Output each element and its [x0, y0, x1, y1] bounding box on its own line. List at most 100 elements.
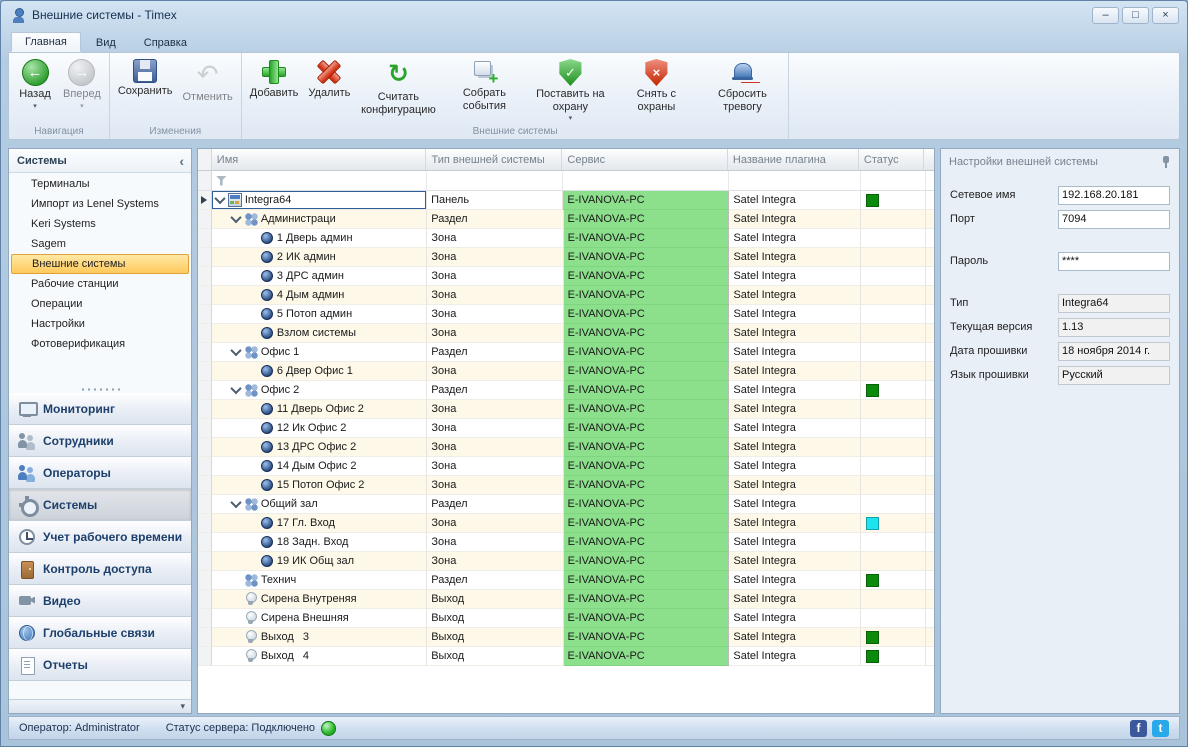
- table-row[interactable]: 5 Потоп админЗонаE-IVANOVA-PCSatel Integ…: [198, 305, 934, 324]
- firmware-language-field[interactable]: [1058, 366, 1170, 385]
- sidebar-item[interactable]: Keri Systems: [9, 214, 191, 234]
- arm-button[interactable]: Поставить на охрану▾: [527, 55, 613, 125]
- table-row[interactable]: Выход 4ВыходE-IVANOVA-PCSatel Integra: [198, 647, 934, 666]
- forward-button[interactable]: Вперед▾: [58, 55, 106, 125]
- table-row[interactable]: Взлом системыЗонаE-IVANOVA-PCSatel Integ…: [198, 324, 934, 343]
- twitter-icon[interactable]: t: [1152, 720, 1169, 737]
- sidebar-item[interactable]: Фотоверификация: [9, 334, 191, 354]
- firmware-date-field[interactable]: [1058, 342, 1170, 361]
- collapse-chevron-icon[interactable]: [230, 215, 243, 223]
- zone-icon: [261, 308, 273, 320]
- table-row[interactable]: 3 ДРС админЗонаE-IVANOVA-PCSatel Integra: [198, 267, 934, 286]
- collapse-sidebar-icon[interactable]: ‹: [179, 154, 184, 168]
- window-minimize-button[interactable]: –: [1092, 7, 1119, 24]
- password-field[interactable]: [1058, 252, 1170, 271]
- sidebar-item[interactable]: Настройки: [9, 314, 191, 334]
- back-button[interactable]: Назад▾: [12, 55, 58, 125]
- sidebar-item[interactable]: Sagem: [9, 234, 191, 254]
- filter-cell[interactable]: [861, 171, 926, 190]
- collapse-chevron-icon[interactable]: [230, 386, 243, 394]
- read-config-button[interactable]: Считать конфигурацию: [355, 55, 441, 125]
- window-close-button[interactable]: ×: [1152, 7, 1179, 24]
- filter-cell[interactable]: [427, 171, 563, 190]
- filter-cell[interactable]: [212, 171, 427, 190]
- nav-button-monitor[interactable]: Мониторинг: [9, 393, 191, 425]
- table-row[interactable]: 2 ИК админЗонаE-IVANOVA-PCSatel Integra: [198, 248, 934, 267]
- table-row[interactable]: Общий залРазделE-IVANOVA-PCSatel Integra: [198, 495, 934, 514]
- table-row[interactable]: 19 ИК Общ залЗонаE-IVANOVA-PCSatel Integ…: [198, 552, 934, 571]
- nav-button-globe[interactable]: Глобальные связи: [9, 617, 191, 649]
- filter-cell[interactable]: [729, 171, 860, 190]
- collapse-chevron-icon[interactable]: [214, 196, 227, 204]
- table-row[interactable]: 4 Дым админЗонаE-IVANOVA-PCSatel Integra: [198, 286, 934, 305]
- row-name: Выход 3: [261, 631, 309, 643]
- table-row[interactable]: АдминистрациРазделE-IVANOVA-PCSatel Inte…: [198, 210, 934, 229]
- column-header[interactable]: Название плагина: [728, 149, 859, 170]
- titlebar[interactable]: Внешние системы - Timex –□×: [1, 1, 1187, 29]
- table-row[interactable]: 1 Дверь админЗонаE-IVANOVA-PCSatel Integ…: [198, 229, 934, 248]
- collapse-chevron-icon[interactable]: [230, 348, 243, 356]
- facebook-icon[interactable]: f: [1130, 720, 1147, 737]
- disarm-button[interactable]: Снять с охраны: [613, 55, 699, 125]
- collapse-chevron-icon[interactable]: [230, 500, 243, 508]
- settings-panel-title: Настройки внешней системы: [949, 156, 1098, 168]
- reset-alarm-button[interactable]: Сбросить тревогу: [699, 55, 785, 125]
- sidebar-item[interactable]: Рабочие станции: [9, 274, 191, 294]
- table-row[interactable]: 15 Потоп Офис 2ЗонаE-IVANOVA-PCSatel Int…: [198, 476, 934, 495]
- nav-button-people[interactable]: Сотрудники: [9, 425, 191, 457]
- ribbon-tab-home[interactable]: Главная: [11, 32, 81, 52]
- nav-button-report[interactable]: Отчеты: [9, 649, 191, 681]
- nav-button-operators[interactable]: Операторы: [9, 457, 191, 489]
- table-row[interactable]: Сирена ВнешняяВыходE-IVANOVA-PCSatel Int…: [198, 609, 934, 628]
- port-field[interactable]: [1058, 210, 1170, 229]
- table-row[interactable]: 11 Дверь Офис 2ЗонаE-IVANOVA-PCSatel Int…: [198, 400, 934, 419]
- column-header[interactable]: Имя: [212, 149, 427, 170]
- row-indicator-cell: [198, 324, 212, 343]
- save-button[interactable]: Сохранить: [113, 55, 178, 125]
- table-row[interactable]: Офис 1РазделE-IVANOVA-PCSatel Integra: [198, 343, 934, 362]
- ribbon-tab-view[interactable]: Вид: [83, 34, 129, 52]
- sidebar-item[interactable]: Терминалы: [9, 174, 191, 194]
- table-row[interactable]: 14 Дым Офис 2ЗонаE-IVANOVA-PCSatel Integ…: [198, 457, 934, 476]
- table-row[interactable]: 6 Двер Офис 1ЗонаE-IVANOVA-PCSatel Integ…: [198, 362, 934, 381]
- nav-button-door[interactable]: Контроль доступа: [9, 553, 191, 585]
- row-indicator-cell: [198, 609, 212, 628]
- window-maximize-button[interactable]: □: [1122, 7, 1149, 24]
- splitter-grip[interactable]: [9, 385, 191, 393]
- pin-icon[interactable]: [1160, 156, 1172, 169]
- table-row[interactable]: Выход 3ВыходE-IVANOVA-PCSatel Integra: [198, 628, 934, 647]
- service-cell: E-IVANOVA-PC: [563, 191, 729, 210]
- row-filler: [926, 514, 934, 533]
- add-button[interactable]: Добавить: [245, 55, 304, 125]
- table-row[interactable]: 17 Гл. ВходЗонаE-IVANOVA-PCSatel Integra: [198, 514, 934, 533]
- header-indicator-cell: [198, 149, 212, 170]
- type-cell: Раздел: [427, 210, 563, 229]
- table-row[interactable]: ТехничРазделE-IVANOVA-PCSatel Integra: [198, 571, 934, 590]
- column-header[interactable]: Тип внешней системы: [426, 149, 562, 170]
- delete-button[interactable]: Удалить: [303, 55, 355, 125]
- name-cell: 2 ИК админ: [212, 248, 428, 267]
- table-row[interactable]: 13 ДРС Офис 2ЗонаE-IVANOVA-PCSatel Integ…: [198, 438, 934, 457]
- table-row[interactable]: Integra64ПанельE-IVANOVA-PCSatel Integra: [198, 191, 934, 210]
- column-header[interactable]: Сервис: [562, 149, 727, 170]
- table-row[interactable]: Офис 2РазделE-IVANOVA-PCSatel Integra: [198, 381, 934, 400]
- network-name-field[interactable]: [1058, 186, 1170, 205]
- sidebar-item[interactable]: Операции: [9, 294, 191, 314]
- table-row[interactable]: 18 Задн. ВходЗонаE-IVANOVA-PCSatel Integ…: [198, 533, 934, 552]
- column-header[interactable]: Статус: [859, 149, 924, 170]
- nav-button-clock[interactable]: Учет рабочего времени: [9, 521, 191, 553]
- ribbon-tab-help[interactable]: Справка: [131, 34, 200, 52]
- filter-cell[interactable]: [563, 171, 729, 190]
- table-row[interactable]: Сирена ВнутреняяВыходE-IVANOVA-PCSatel I…: [198, 590, 934, 609]
- current-version-field[interactable]: [1058, 318, 1170, 337]
- sidebar-item[interactable]: Импорт из Lenel Systems: [9, 194, 191, 214]
- undo-button[interactable]: Отменить: [178, 55, 238, 125]
- nav-button-gear[interactable]: Системы: [9, 489, 191, 521]
- overflow-chevron-icon[interactable]: ▾: [180, 702, 185, 711]
- type-field[interactable]: [1058, 294, 1170, 313]
- row-filler: [926, 495, 934, 514]
- table-row[interactable]: 12 Ик Офис 2ЗонаE-IVANOVA-PCSatel Integr…: [198, 419, 934, 438]
- sidebar-item[interactable]: Внешние системы: [11, 254, 189, 274]
- collect-events-button[interactable]: Собрать события: [441, 55, 527, 125]
- nav-button-camera[interactable]: Видео: [9, 585, 191, 617]
